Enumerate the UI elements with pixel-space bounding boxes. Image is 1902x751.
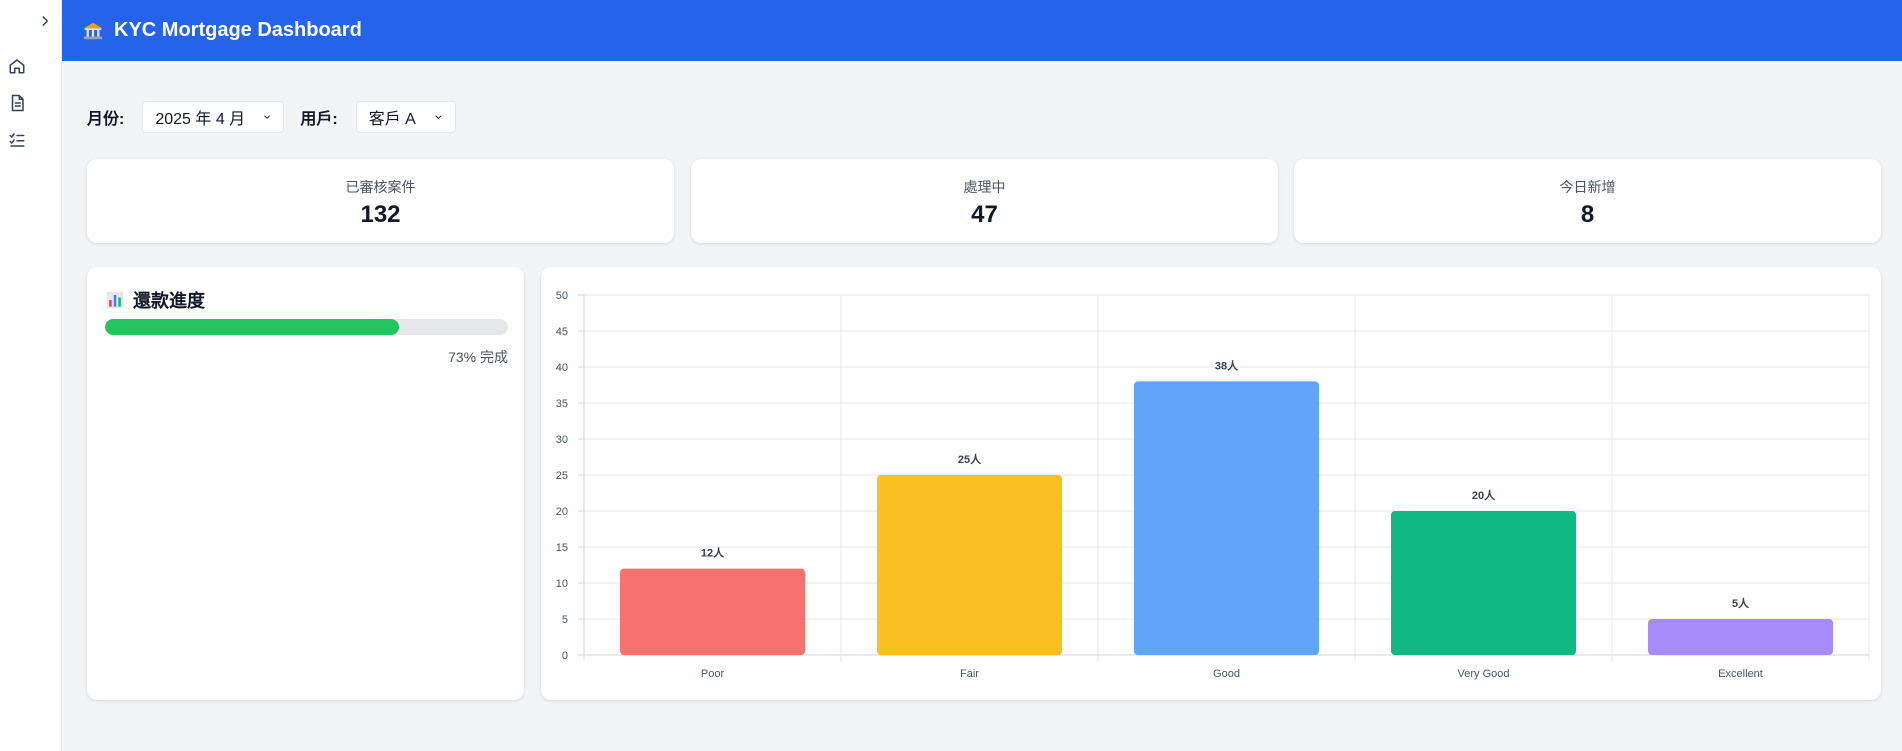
stat-value: 132 (360, 201, 401, 228)
y-tick-label: 50 (556, 290, 568, 302)
sidebar-item-home[interactable] (6, 55, 28, 77)
y-tick-label: 30 (556, 434, 568, 446)
bar-excellent (1647, 619, 1834, 655)
stat-card-processing: 處理中 47 (691, 159, 1278, 243)
main-content: 月份: 2025 年 4 月 用戶: 客戶 A 已審核案件 132 處理中 47… (62, 61, 1902, 751)
user-label: 用戶: (300, 111, 338, 128)
stat-value: 8 (1580, 201, 1595, 228)
bar-data-label: 25人 (958, 452, 982, 466)
stat-value: 47 (971, 201, 998, 228)
x-tick-label: Excellent (1718, 668, 1763, 680)
sidebar-item-tasks[interactable] (6, 129, 28, 151)
x-tick-label: Good (1213, 668, 1240, 680)
credit-rating-chart-card: 0 5 10 15 20 25 30 35 40 45 50 12人 Poor 25人 Fair 38人 Goo… (541, 267, 1881, 700)
app-header: KYC Mortgage Dashboard (62, 0, 1902, 61)
bar-data-label: 5人 (1732, 596, 1750, 610)
stat-label: 已審核案件 (345, 179, 416, 195)
sidebar-item-documents[interactable] (6, 92, 28, 114)
bar-chart: 0 5 10 15 20 25 30 35 40 45 50 12人 Poor 25人 Fair 38人 Goo… (556, 290, 1870, 680)
progress-title: 還款進度 (105, 287, 205, 313)
x-tick-label: Poor (701, 668, 725, 680)
y-tick-label: 5 (562, 614, 568, 626)
stat-card-new-today: 今日新增 8 (1294, 159, 1881, 243)
month-label: 月份: (87, 111, 125, 128)
stat-label: 處理中 (963, 179, 1006, 195)
progress-title-text: 還款進度 (133, 291, 205, 311)
x-tick-label: Very Good (1458, 668, 1510, 680)
bar-good (1133, 381, 1320, 655)
y-tick-label: 10 (556, 578, 568, 590)
sidebar-expand-button[interactable] (34, 10, 56, 32)
y-tick-label: 25 (556, 470, 568, 482)
bar-poor (619, 568, 806, 655)
bar-very-good (1390, 511, 1577, 655)
bar-data-label: 38人 (1215, 358, 1239, 372)
y-tick-label: 0 (562, 650, 568, 662)
bar-chart-icon (106, 291, 124, 309)
checklist-icon (9, 133, 25, 147)
bank-icon (83, 22, 103, 39)
filter-bar: 月份: 2025 年 4 月 用戶: 客戶 A (87, 101, 472, 133)
stat-card-reviewed: 已審核案件 132 (87, 159, 674, 243)
chevron-right-icon (42, 16, 49, 26)
repayment-progress-card: 還款進度 73% 完成 (87, 267, 524, 700)
bar-data-label: 20人 (1472, 488, 1496, 502)
stat-label: 今日新增 (1559, 179, 1616, 195)
y-tick-label: 20 (556, 506, 568, 518)
y-tick-label: 40 (556, 362, 568, 374)
document-icon (11, 94, 24, 112)
month-select-value: 2025 年 4 月 (155, 111, 246, 128)
progress-text: 73% 完成 (448, 349, 508, 365)
progress-fill (105, 319, 400, 335)
user-select-value: 客戶 A (368, 111, 416, 128)
x-tick-label: Fair (960, 668, 979, 680)
month-select[interactable]: 2025 年 4 月 (142, 101, 285, 133)
progress-track (105, 319, 508, 335)
app-title: KYC Mortgage Dashboard (114, 19, 362, 41)
y-tick-label: 15 (556, 542, 568, 554)
chevron-down-icon (264, 115, 271, 119)
sidebar (0, 0, 62, 751)
bar-fair (876, 475, 1063, 655)
bar-data-label: 12人 (701, 546, 725, 560)
home-icon (9, 59, 25, 74)
chevron-down-icon (435, 115, 442, 119)
y-tick-label: 45 (556, 326, 568, 338)
user-select[interactable]: 客戶 A (355, 101, 456, 133)
y-tick-label: 35 (556, 398, 568, 410)
